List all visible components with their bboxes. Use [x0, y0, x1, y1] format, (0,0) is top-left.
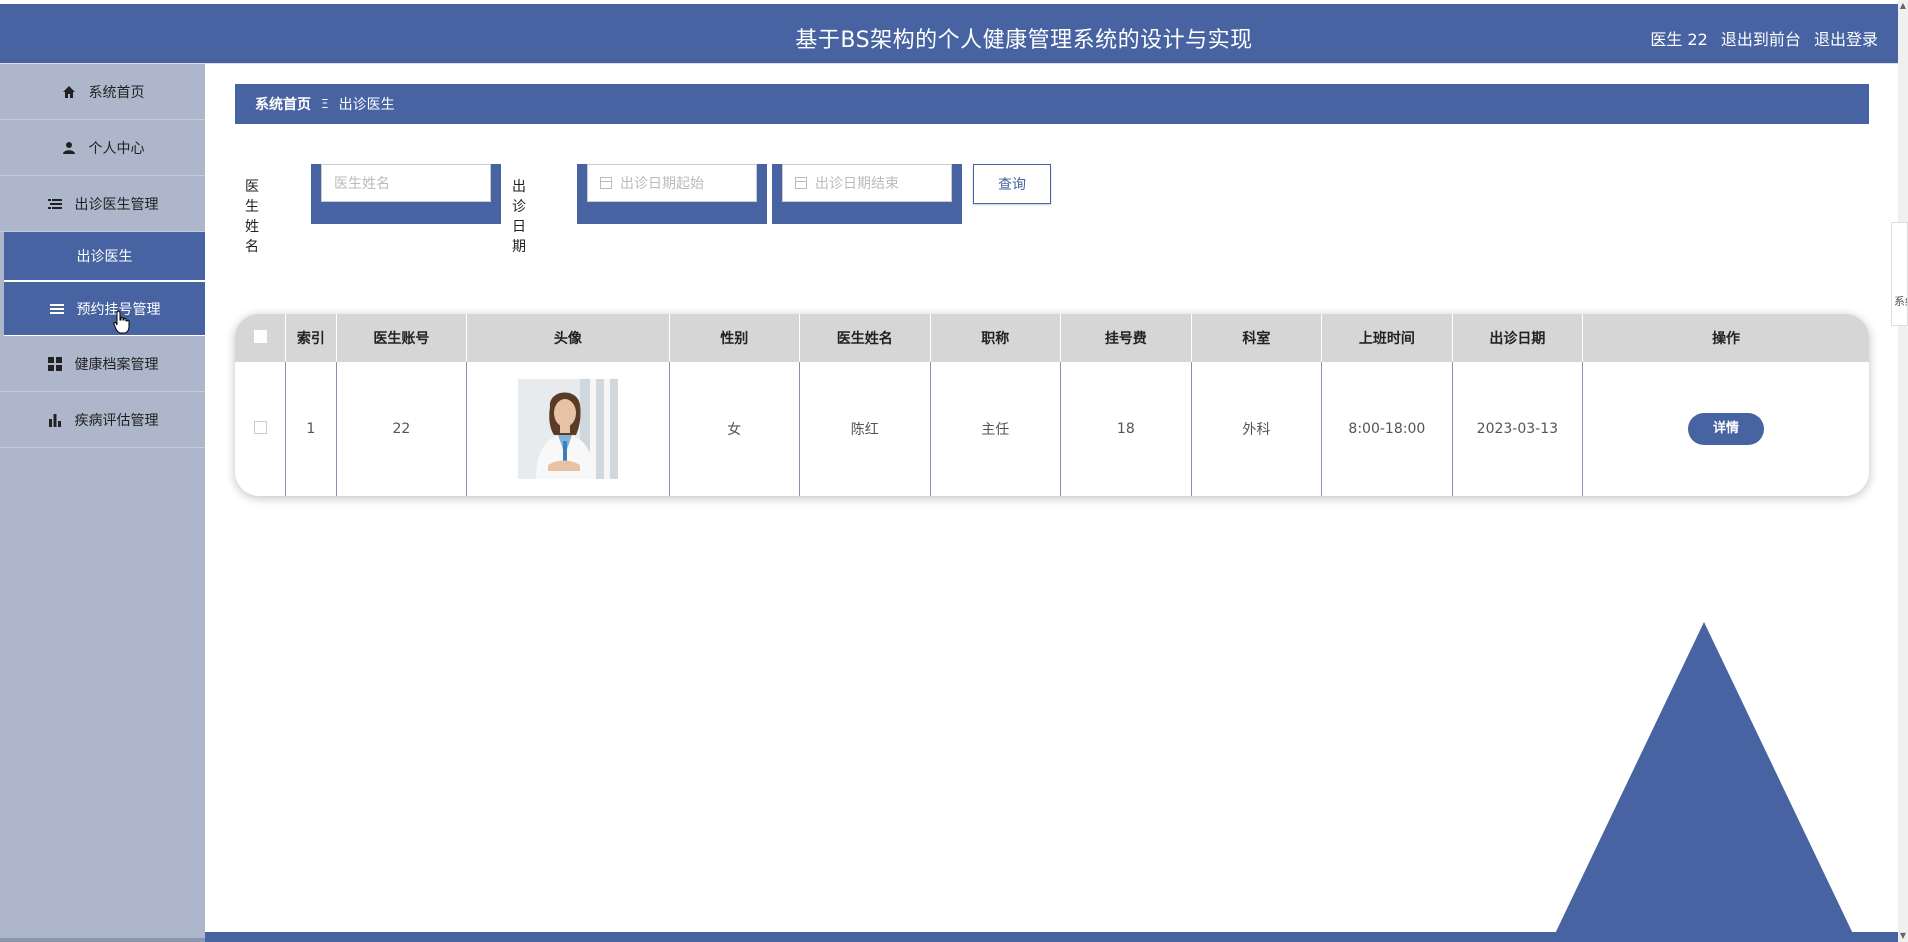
bar-chart-icon [47, 412, 63, 428]
bottom-scrollbar[interactable] [205, 932, 1898, 942]
scroll-down-icon[interactable]: ▼ [1899, 932, 1907, 940]
sidebar: 系统首页 个人中心 出诊医生管理 出诊医生 预约挂号管理 健康档案管理 疾病评估… [0, 64, 205, 942]
visit-date-cell: 2023-03-13 [1452, 362, 1584, 496]
sidebar-item-appointment[interactable]: 预约挂号管理 [4, 282, 205, 336]
fee-cell: 18 [1060, 362, 1192, 496]
title-cell: 主任 [930, 362, 1062, 496]
column-header: 操作 [1582, 314, 1869, 362]
breadcrumb: 系统首页 Ξ 出诊医生 [235, 84, 1869, 124]
detail-button[interactable]: 详情 [1688, 413, 1765, 445]
current-user: 医生 22 [1650, 30, 1708, 49]
column-header: 性别 [669, 314, 801, 362]
doctor-table: 索引 医生账号 头像 性别 医生姓名 职称 挂号费 科室 上班时间 出诊日期 操… [235, 314, 1869, 496]
department-cell: 外科 [1191, 362, 1323, 496]
row-select-cell [235, 362, 287, 496]
sidebar-item-label: 健康档案管理 [74, 356, 159, 373]
breadcrumb-home[interactable]: 系统首页 [255, 94, 311, 114]
doctor-name-label: 医生姓名 [245, 179, 259, 255]
breadcrumb-separator-icon: Ξ [321, 97, 329, 111]
sidebar-item-disease-assessment[interactable]: 疾病评估管理 [0, 392, 205, 448]
side-floating-panel[interactable]: 系统 [1891, 222, 1908, 326]
user-icon [61, 140, 77, 156]
row-checkbox[interactable] [253, 420, 267, 434]
column-header: 科室 [1191, 314, 1323, 362]
sidebar-item-label: 出诊医生 [76, 249, 133, 265]
scroll-up-icon[interactable]: ▲ [1899, 2, 1907, 10]
index-cell: 1 [285, 362, 337, 496]
exit-to-front-link[interactable]: 退出到前台 [1721, 30, 1801, 49]
sidebar-item-home[interactable]: 系统首页 [0, 64, 205, 120]
top-header: 基于BS架构的个人健康管理系统的设计与实现 医生 22 退出到前台 退出登录 [0, 4, 1898, 64]
date-start-input[interactable]: 出诊日期起始 [587, 164, 757, 202]
calendar-icon [795, 177, 807, 189]
decorative-triangle [1552, 622, 1856, 940]
visit-date-label: 出诊日期 [512, 179, 526, 255]
column-header: 医生账号 [336, 314, 468, 362]
list-icon [47, 196, 63, 212]
column-header: 上班时间 [1321, 314, 1453, 362]
sidebar-item-label: 出诊医生管理 [74, 196, 159, 213]
table-header-row: 索引 医生账号 头像 性别 医生姓名 职称 挂号费 科室 上班时间 出诊日期 操… [235, 314, 1869, 362]
sidebar-item-health-records[interactable]: 健康档案管理 [0, 336, 205, 392]
date-start-placeholder: 出诊日期起始 [620, 176, 704, 192]
column-header: 医生姓名 [799, 314, 931, 362]
vertical-scrollbar[interactable]: ▲ ▼ [1898, 0, 1908, 942]
account-cell: 22 [336, 362, 468, 496]
column-header: 职称 [930, 314, 1062, 362]
column-header: 头像 [466, 314, 670, 362]
grid-icon [47, 356, 63, 372]
doctor-name-input[interactable]: 医生姓名 [321, 164, 491, 202]
logout-link[interactable]: 退出登录 [1814, 30, 1878, 49]
home-icon [61, 84, 77, 100]
column-header: 出诊日期 [1452, 314, 1584, 362]
select-all-checkbox[interactable] [253, 329, 267, 343]
sidebar-item-label: 系统首页 [88, 84, 145, 101]
menu-icon [49, 301, 65, 317]
app-title: 基于BS架构的个人健康管理系统的设计与实现 [795, 28, 1253, 53]
sidebar-item-doctor-management[interactable]: 出诊医生管理 [0, 176, 205, 232]
bottom-left-strip [0, 938, 205, 942]
calendar-icon [600, 177, 612, 189]
query-button[interactable]: 查询 [973, 164, 1051, 204]
doctor-name-cell: 陈红 [799, 362, 931, 496]
breadcrumb-current: 出诊医生 [338, 97, 395, 113]
actions-cell: 详情 [1583, 362, 1869, 496]
sidebar-item-label: 个人中心 [88, 140, 145, 157]
work-hours-cell: 8:00-18:00 [1321, 362, 1453, 496]
side-floating-text: 系统 [1894, 295, 1907, 308]
hand-cursor-icon [113, 310, 130, 334]
sidebar-item-profile[interactable]: 个人中心 [0, 120, 205, 176]
table-row: 1 22 女 陈红 主任 18 外科 8:00-18:00 2023-03-13… [235, 362, 1869, 496]
date-end-input[interactable]: 出诊日期结束 [782, 164, 952, 202]
gender-cell: 女 [669, 362, 801, 496]
doctor-avatar [517, 379, 618, 479]
sidebar-subitem-doctors[interactable]: 出诊医生 [4, 232, 205, 282]
column-header: 索引 [285, 314, 337, 362]
column-header: 挂号费 [1060, 314, 1192, 362]
date-end-placeholder: 出诊日期结束 [815, 176, 899, 192]
select-all-header [235, 314, 287, 362]
sidebar-item-label: 疾病评估管理 [74, 412, 159, 429]
header-user-area: 医生 22 退出到前台 退出登录 [1642, 26, 1878, 50]
avatar-cell [466, 362, 670, 496]
